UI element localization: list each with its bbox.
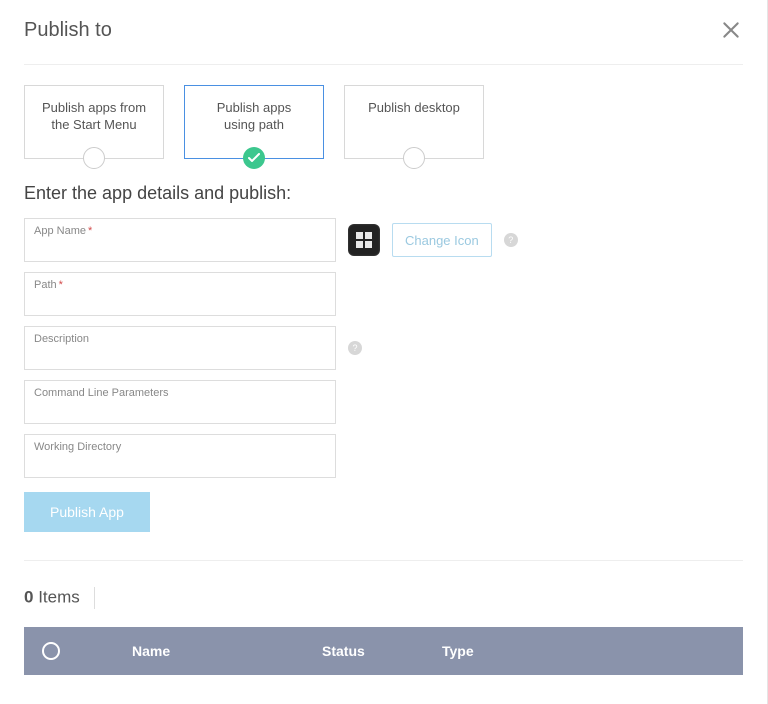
working-dir-input[interactable] [34, 457, 326, 475]
path-input[interactable] [34, 295, 326, 313]
radio-indicator-checked [243, 147, 265, 169]
field-label: Working Directory [34, 441, 121, 453]
close-icon [721, 20, 741, 40]
working-dir-field[interactable]: Working Directory [24, 434, 336, 478]
column-name[interactable]: Name [132, 643, 322, 659]
column-status[interactable]: Status [322, 643, 442, 659]
option-label: using path [224, 117, 284, 132]
app-name-field[interactable]: App Name* [24, 218, 336, 262]
check-icon [248, 153, 260, 163]
option-label: Publish desktop [368, 100, 460, 115]
option-using-path[interactable]: Publish apps using path [184, 85, 324, 159]
option-label: Publish apps from [42, 100, 146, 115]
description-input[interactable] [34, 349, 326, 367]
table-header: Name Status Type [24, 627, 743, 675]
cli-params-field[interactable]: Command Line Parameters [24, 380, 336, 424]
items-count: 0 Items [24, 587, 743, 609]
field-label: Description [34, 333, 89, 345]
field-label: Command Line Parameters [34, 387, 169, 399]
column-type[interactable]: Type [442, 643, 725, 659]
option-label: the Start Menu [51, 117, 136, 132]
app-name-input[interactable] [34, 241, 326, 259]
help-icon[interactable]: ? [348, 341, 362, 355]
radio-indicator [83, 147, 105, 169]
path-field[interactable]: Path* [24, 272, 336, 316]
close-button[interactable] [719, 18, 743, 42]
field-label: App Name* [34, 225, 92, 237]
radio-indicator [403, 147, 425, 169]
help-icon[interactable]: ? [504, 233, 518, 247]
field-label: Path* [34, 279, 63, 291]
option-start-menu[interactable]: Publish apps from the Start Menu [24, 85, 164, 159]
cli-params-input[interactable] [34, 403, 326, 421]
section-divider [24, 560, 743, 561]
publish-app-button[interactable]: Publish App [24, 492, 150, 532]
option-publish-desktop[interactable]: Publish desktop [344, 85, 484, 159]
section-heading: Enter the app details and publish: [24, 183, 743, 204]
description-field[interactable]: Description [24, 326, 336, 370]
windows-icon [355, 231, 373, 249]
select-all-checkbox[interactable] [42, 642, 132, 660]
page-title: Publish to [24, 19, 112, 42]
app-icon-preview [348, 224, 380, 256]
option-label: Publish apps [217, 100, 291, 115]
change-icon-button[interactable]: Change Icon [392, 223, 492, 257]
